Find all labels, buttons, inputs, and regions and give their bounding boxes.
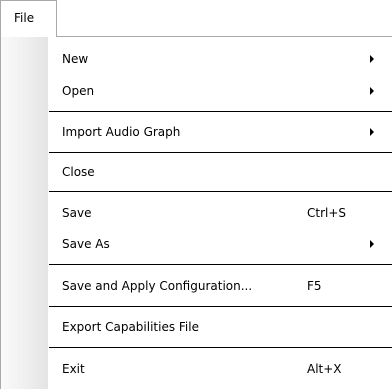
submenu-arrow-icon	[370, 87, 374, 95]
submenu-arrow-icon	[370, 128, 374, 136]
file-dropdown-menu: New Open Import Audio Graph Close Save C…	[0, 36, 392, 389]
menu-item-save-apply-configuration-label: Save and Apply Configuration...	[62, 279, 253, 293]
menu-separator	[49, 111, 392, 112]
file-menu[interactable]: File	[0, 0, 57, 37]
menu-item-open[interactable]: Open	[49, 77, 392, 105]
menu-item-exit-shortcut: Alt+X	[307, 362, 342, 376]
menu-item-import-audio-graph[interactable]: Import Audio Graph	[49, 118, 392, 146]
menu-item-exit[interactable]: Exit Alt+X	[49, 355, 392, 383]
menu-item-new[interactable]: New	[49, 45, 392, 73]
menu-item-save-as[interactable]: Save As	[49, 230, 392, 258]
menu-item-open-label: Open	[62, 84, 95, 98]
menu-item-save-as-label: Save As	[62, 237, 110, 251]
menu-bar: File	[0, 0, 392, 37]
submenu-arrow-icon	[370, 240, 374, 248]
menu-item-save-apply-configuration-shortcut: F5	[307, 279, 322, 293]
menu-separator	[49, 306, 392, 307]
menu-separator	[49, 347, 392, 348]
menu-item-close-label: Close	[62, 165, 95, 179]
menu-icon-gutter	[1, 37, 48, 389]
menu-separator	[49, 152, 392, 153]
menu-item-save-label: Save	[62, 206, 92, 220]
menu-item-export-capabilities-file[interactable]: Export Capabilities File	[49, 313, 392, 341]
submenu-arrow-icon	[370, 55, 374, 63]
menu-item-close[interactable]: Close	[49, 158, 392, 186]
menu-item-import-audio-graph-label: Import Audio Graph	[62, 125, 181, 139]
menu-separator	[49, 191, 392, 192]
menu-item-save[interactable]: Save Ctrl+S	[49, 199, 392, 227]
file-menu-label: File	[14, 11, 35, 25]
menu-item-save-apply-configuration[interactable]: Save and Apply Configuration... F5	[49, 272, 392, 300]
menu-separator	[49, 264, 392, 265]
menu-item-save-shortcut: Ctrl+S	[307, 206, 347, 220]
menu-item-exit-label: Exit	[62, 362, 85, 376]
menu-item-export-capabilities-file-label: Export Capabilities File	[62, 320, 199, 334]
menu-item-new-label: New	[62, 52, 89, 66]
